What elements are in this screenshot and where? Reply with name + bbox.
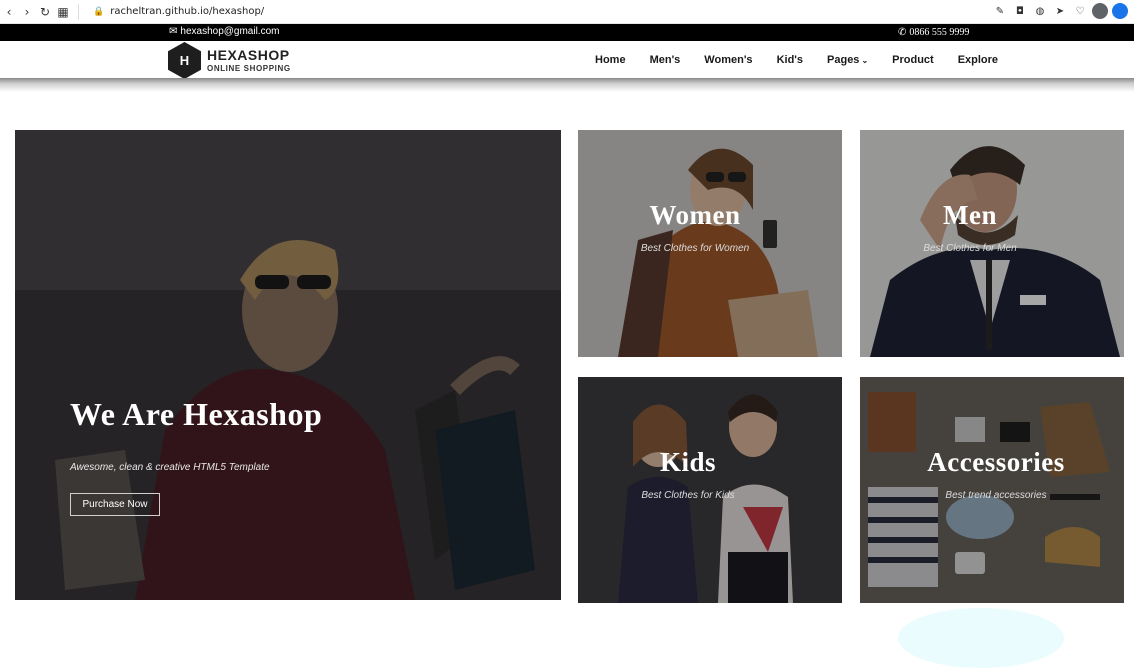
camera-icon[interactable]: ◘ — [1012, 3, 1028, 19]
nav-explore[interactable]: Explore — [958, 54, 998, 66]
hero-subtitle: Awesome, clean & creative HTML5 Template — [70, 462, 270, 473]
site-logo[interactable]: H HEXASHOP ONLINE SHOPPING — [168, 42, 291, 79]
browser-actions: ✎ ◘ ◍ ➤ ♡ ⤓ — [992, 3, 1128, 19]
nav-kids[interactable]: Kid's — [777, 54, 803, 66]
category-card-men[interactable]: Men Best Clothes for Men — [860, 130, 1124, 357]
women-subtitle: Best Clothes for Women — [640, 243, 750, 254]
accessories-title: Accessories — [927, 447, 1065, 477]
avatar — [1092, 3, 1108, 19]
men-subtitle: Best Clothes for Men — [923, 243, 1017, 254]
nav-mens[interactable]: Men's — [650, 54, 681, 66]
phone-icon: ✆ — [898, 27, 907, 38]
top-info-bar: ✉ hexashop@gmail.com ✆ 0866 555 9999 — [0, 24, 1134, 41]
nav-pages-label: Pages — [827, 54, 860, 66]
kids-subtitle: Best Clothes for Kids — [641, 490, 735, 501]
lock-icon: 🔒 — [93, 6, 105, 17]
browser-toolbar: ‹ › ↻ ▦ 🔒 racheltran.github.io/hexashop/… — [0, 0, 1134, 24]
download-icon[interactable]: ⤓ — [1112, 3, 1128, 19]
reload-icon[interactable]: ↻ — [36, 3, 54, 21]
brand-tagline: ONLINE SHOPPING — [207, 64, 291, 73]
profile-icon[interactable] — [1092, 3, 1108, 19]
hero-overlay — [15, 130, 561, 600]
edit-icon[interactable]: ✎ — [992, 3, 1008, 19]
chevron-down-icon: ⌄ — [861, 55, 869, 65]
site-header: H HEXASHOP ONLINE SHOPPING Home Men's Wo… — [0, 41, 1134, 80]
accessories-subtitle: Best trend accessories — [945, 490, 1047, 501]
address-bar[interactable]: 🔒 racheltran.github.io/hexashop/ — [93, 6, 264, 17]
kids-title: Kids — [659, 447, 717, 477]
notification-dot — [1112, 3, 1128, 19]
purchase-now-button[interactable]: Purchase Now — [70, 493, 160, 516]
nav-womens[interactable]: Women's — [704, 54, 752, 66]
phone-contact[interactable]: ✆ 0866 555 9999 — [898, 27, 969, 38]
main-nav: Home Men's Women's Kid's Pages ⌄ Product… — [595, 54, 998, 66]
envelope-icon: ✉ — [169, 26, 178, 37]
back-icon[interactable]: ‹ — [0, 3, 18, 21]
hero-title: We Are Hexashop — [70, 396, 323, 432]
header-shadow — [0, 78, 1134, 92]
category-card-women[interactable]: Women Best Clothes for Women — [578, 130, 842, 357]
men-title: Men — [943, 200, 997, 230]
forward-icon[interactable]: › — [18, 3, 36, 21]
shield-icon[interactable]: ◍ — [1032, 3, 1048, 19]
brand-name: HEXASHOP — [207, 47, 290, 63]
category-card-accessories[interactable]: Accessories Best trend accessories — [860, 377, 1124, 603]
phone-text: 0866 555 9999 — [909, 27, 970, 38]
url-text: racheltran.github.io/hexashop/ — [110, 6, 265, 17]
women-title: Women — [649, 200, 741, 230]
nav-product[interactable]: Product — [892, 54, 934, 66]
hexagon-logo-icon: H — [168, 42, 201, 79]
chat-widget-blob[interactable] — [898, 608, 1064, 668]
email-contact[interactable]: ✉ hexashop@gmail.com — [169, 26, 279, 37]
heart-icon[interactable]: ♡ — [1072, 3, 1088, 19]
apps-icon[interactable]: ▦ — [54, 3, 72, 21]
logo-letter: H — [179, 53, 190, 68]
send-icon[interactable]: ➤ — [1052, 3, 1068, 19]
nav-home[interactable]: Home — [595, 54, 626, 66]
hero-banner: We Are Hexashop Awesome, clean & creativ… — [15, 130, 561, 600]
category-card-kids[interactable]: Kids Best Clothes for Kids — [578, 377, 842, 603]
email-text: hexashop@gmail.com — [180, 26, 280, 37]
nav-pages[interactable]: Pages ⌄ — [827, 54, 868, 66]
toolbar-divider — [78, 3, 79, 20]
